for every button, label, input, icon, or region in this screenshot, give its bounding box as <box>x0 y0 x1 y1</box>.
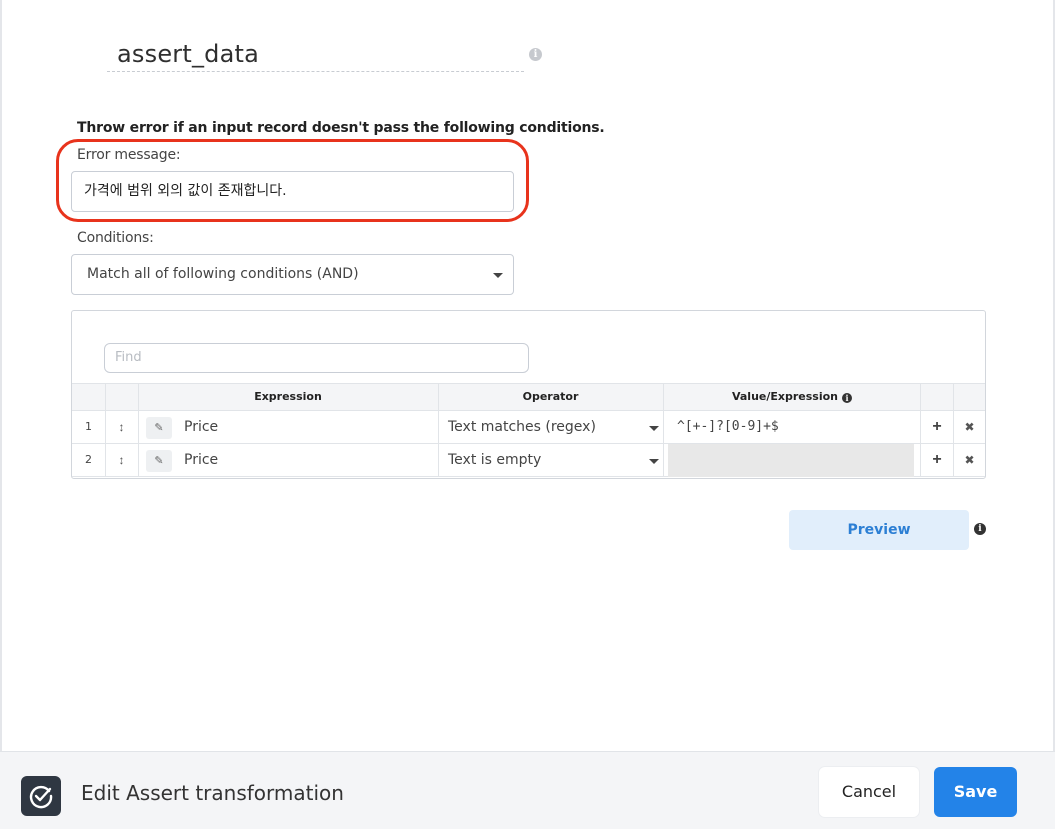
row-number: 2 <box>85 453 92 466</box>
find-input[interactable]: Find <box>104 343 529 373</box>
edit-icon[interactable]: ✎ <box>146 450 172 472</box>
info-icon[interactable]: i <box>529 48 542 61</box>
save-button[interactable]: Save <box>934 767 1017 817</box>
info-icon[interactable]: i <box>974 523 986 535</box>
conditions-label: Conditions: <box>77 230 154 246</box>
drag-handle-icon[interactable]: ↕ <box>105 444 138 476</box>
conditions-mode-select[interactable]: Match all of following conditions (AND) <box>71 254 514 295</box>
info-icon[interactable]: i <box>842 393 853 403</box>
add-condition-button[interactable]: + <box>921 444 953 476</box>
value-input[interactable]: ^[+-]?[0-9]+$ <box>677 411 779 443</box>
cancel-button[interactable]: Cancel <box>819 767 919 817</box>
chevron-down-icon <box>649 459 659 464</box>
value-input-disabled <box>668 444 914 477</box>
chevron-down-icon <box>649 426 659 431</box>
instruction-text: Throw error if an input record doesn't p… <box>77 120 605 136</box>
operator-select[interactable]: Text matches (regex) <box>448 411 596 443</box>
add-condition-button[interactable]: + <box>921 411 953 443</box>
chevron-down-icon <box>493 273 503 278</box>
conditions-table: Find Expression Operator Value/Expressio… <box>71 310 986 479</box>
remove-condition-button[interactable]: ✖ <box>954 444 985 476</box>
preview-button[interactable]: Preview <box>789 510 969 550</box>
header-operator: Operator <box>522 390 579 403</box>
footer-title: Edit Assert transformation <box>81 781 344 805</box>
footer-bar: Edit Assert transformation Cancel Save <box>0 751 1055 829</box>
remove-condition-button[interactable]: ✖ <box>954 411 985 443</box>
table-row: 1 ↕ ✎ Price Text matches (regex) ^[+-]?[… <box>72 411 985 444</box>
left-border <box>0 0 2 829</box>
transform-name-field[interactable]: assert_data <box>107 36 524 72</box>
table-row: 2 ↕ ✎ Price Text is empty + ✖ <box>72 444 985 477</box>
conditions-mode-value: Match all of following conditions (AND) <box>87 266 359 282</box>
drag-handle-icon[interactable]: ↕ <box>105 411 138 443</box>
expression-value[interactable]: Price <box>184 444 218 476</box>
error-message-input[interactable]: 가격에 범위 외의 값이 존재합니다. <box>71 171 514 212</box>
header-expression: Expression <box>254 390 322 403</box>
transform-name: assert_data <box>117 40 260 68</box>
edit-icon[interactable]: ✎ <box>146 417 172 439</box>
operator-select[interactable]: Text is empty <box>448 444 541 476</box>
expression-value[interactable]: Price <box>184 411 218 443</box>
header-value-label: Value/Expression <box>731 390 839 403</box>
row-number: 1 <box>85 420 92 433</box>
table-header: Expression Operator Value/Expression i <box>72 383 985 411</box>
header-value: Value/Expression i <box>663 384 921 410</box>
check-circle-icon <box>21 776 61 816</box>
